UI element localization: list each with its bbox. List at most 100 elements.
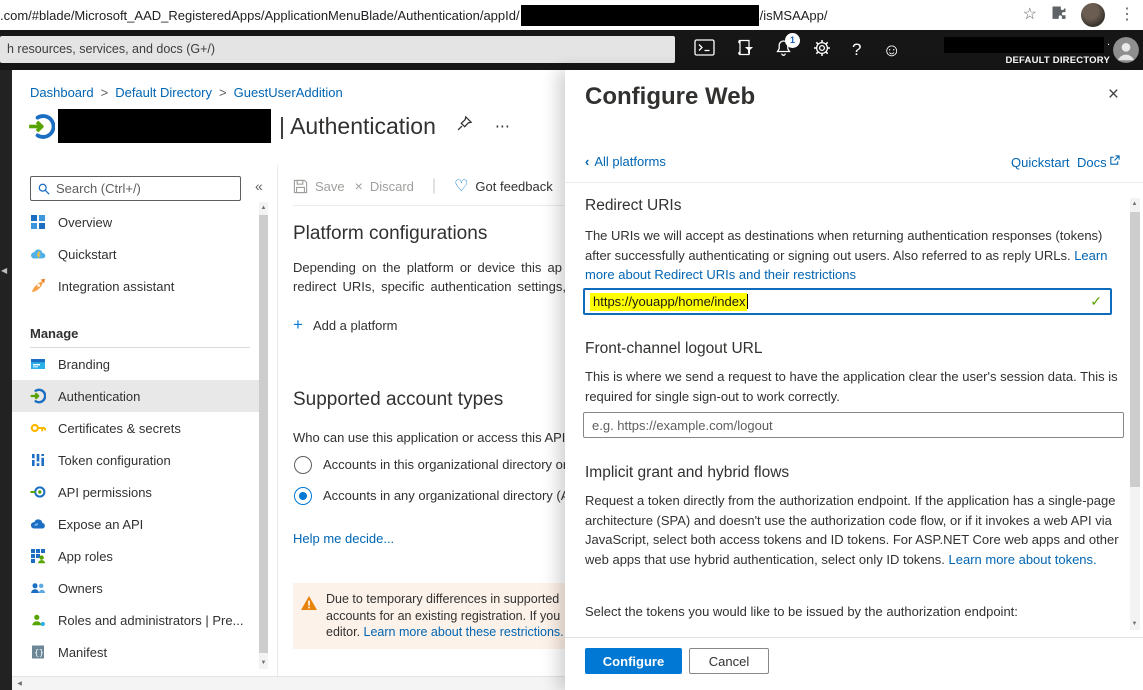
radio-selected-icon[interactable] [294, 487, 312, 505]
warning-text: Due to temporary differences in supporte… [326, 591, 564, 641]
svg-text:{}: {} [34, 648, 44, 657]
portal-left-strip: ◀ [0, 70, 12, 690]
sidebar-item-integration-assistant[interactable]: Integration assistant [12, 270, 260, 302]
panel-divider [565, 182, 1143, 183]
scroll-up-icon[interactable]: ▲ [1130, 201, 1139, 207]
manifest-icon: {} [30, 644, 46, 660]
app-roles-icon [30, 548, 46, 564]
sidebar-item-roles-administrators[interactable]: Roles and administrators | Pre... [12, 604, 260, 636]
implicit-grant-heading: Implicit grant and hybrid flows [585, 464, 789, 482]
panel-title: Configure Web [585, 83, 755, 111]
plus-icon: + [293, 315, 303, 335]
browser-profile-avatar[interactable] [1081, 3, 1105, 27]
search-icon [38, 183, 50, 195]
cloud-shell-icon[interactable] [694, 39, 715, 61]
help-me-decide-link[interactable]: Help me decide... [293, 531, 394, 546]
browser-bar: .com/#blade/Microsoft_AAD_RegisteredApps… [0, 0, 1143, 30]
scroll-left-icon[interactable]: ◀ [15, 680, 24, 687]
browser-menu-icon[interactable]: ⋮ [1119, 7, 1135, 23]
sidebar-item-overview[interactable]: Overview [12, 206, 260, 238]
docs-link[interactable]: Docs [1077, 155, 1120, 170]
scroll-up-icon[interactable]: ▲ [259, 205, 268, 211]
redirect-uri-value: https://youapp/home/index [590, 293, 747, 311]
scroll-down-icon[interactable]: ▼ [1130, 621, 1139, 627]
redacted-url-segment [521, 5, 759, 26]
feedback-smiley-icon[interactable]: ☺ [882, 40, 900, 61]
sidebar-item-manifest[interactable]: {} Manifest [12, 636, 260, 668]
breadcrumb-default-directory[interactable]: Default Directory [115, 85, 212, 100]
command-toolbar: Save × Discard | ♡ Got feedback [293, 173, 553, 199]
valid-check-icon: ✓ [1090, 293, 1102, 310]
settings-gear-icon[interactable] [813, 39, 831, 62]
restrictions-link[interactable]: Learn more about these restrictions. [364, 625, 564, 639]
horizontal-scrollbar[interactable]: ◀ [12, 676, 565, 690]
scrollbar-thumb[interactable] [259, 215, 268, 653]
panel-footer-divider [565, 637, 1143, 638]
platform-description: Depending on the platform or device this… [293, 258, 565, 296]
pin-icon[interactable] [456, 115, 473, 137]
radio-any-org-directory[interactable]: Accounts in any organizational directory… [294, 486, 565, 505]
address-bar[interactable]: .com/#blade/Microsoft_AAD_RegisteredApps… [0, 0, 828, 30]
logout-url-input[interactable] [583, 412, 1124, 438]
extensions-puzzle-icon[interactable] [1051, 5, 1067, 25]
breadcrumb-guestuseraddition[interactable]: GuestUserAddition [234, 85, 343, 100]
sidebar-scrollbar[interactable]: ▲ ▼ [259, 202, 268, 669]
certificates-key-icon [30, 420, 46, 436]
sidebar-collapse-button[interactable]: « [255, 178, 263, 194]
azure-top-bar: h resources, services, and docs (G+/) 1 … [0, 30, 1143, 70]
breadcrumb-dashboard[interactable]: Dashboard [30, 85, 94, 100]
scrollbar-thumb[interactable] [1130, 212, 1140, 487]
got-feedback-button[interactable]: ♡ Got feedback [454, 176, 553, 196]
all-platforms-back-link[interactable]: ‹ All platforms [585, 154, 666, 169]
panel-scrollbar[interactable]: ▲ ▼ [1130, 198, 1140, 630]
sidebar-item-api-permissions[interactable]: API permissions [12, 476, 260, 508]
help-icon[interactable]: ? [852, 40, 861, 60]
roles-administrators-icon [30, 612, 46, 628]
azure-profile-avatar[interactable] [1113, 37, 1139, 63]
directory-filter-icon[interactable] [736, 39, 754, 61]
breadcrumb: Dashboard > Default Directory > GuestUse… [30, 85, 343, 100]
text-cursor [747, 294, 748, 309]
sidebar-search-input[interactable]: Search (Ctrl+/) [30, 176, 241, 201]
sidebar-item-certificates-secrets[interactable]: Certificates & secrets [12, 412, 260, 444]
page-title-row: | Authentication ⋯ [28, 106, 512, 146]
sidebar-item-expose-an-api[interactable]: Expose an API [12, 508, 260, 540]
breadcrumb-separator: > [219, 85, 227, 100]
breadcrumb-separator: > [101, 85, 109, 100]
quickstart-link[interactable]: Quickstart [1011, 155, 1070, 170]
sidebar-item-quickstart[interactable]: Quickstart [12, 238, 260, 270]
overview-icon [30, 214, 46, 230]
scroll-down-icon[interactable]: ▼ [259, 660, 268, 666]
save-button[interactable]: Save [293, 179, 345, 194]
notifications-bell-icon[interactable]: 1 [775, 39, 792, 62]
radio-this-org-directory[interactable]: Accounts in this organizational director… [294, 455, 565, 474]
learn-more-tokens-link[interactable]: Learn more about tokens. [949, 552, 1097, 567]
branding-icon [30, 356, 46, 372]
sidebar-item-app-roles[interactable]: App roles [12, 540, 260, 572]
supported-account-types-heading: Supported account types [293, 389, 503, 411]
directory-label: DEFAULT DIRECTORY [930, 55, 1110, 66]
sidebar-item-owners[interactable]: Owners [12, 572, 260, 604]
close-icon[interactable]: × [1108, 84, 1119, 106]
sidebar-item-authentication[interactable]: Authentication [12, 380, 260, 412]
add-platform-button[interactable]: + Add a platform [293, 315, 397, 335]
url-text: .com/#blade/Microsoft_AAD_RegisteredApps… [0, 8, 520, 23]
discard-button[interactable]: × Discard [355, 178, 414, 194]
toolbar-divider: | [432, 177, 436, 195]
title-more-menu-icon[interactable]: ⋯ [495, 117, 512, 135]
bookmark-star-icon[interactable]: ☆ [1023, 7, 1037, 23]
sidebar-item-branding[interactable]: Branding [12, 348, 260, 380]
sidebar-item-token-configuration[interactable]: Token configuration [12, 444, 260, 476]
toolbar-divider-line [293, 205, 565, 206]
redirect-uri-input[interactable]: https://youapp/home/index ✓ [583, 288, 1112, 315]
notification-badge: 1 [785, 33, 800, 48]
cancel-button[interactable]: Cancel [689, 648, 769, 674]
global-search-input[interactable]: h resources, services, and docs (G+/) [0, 36, 675, 63]
app-authentication-icon [28, 113, 55, 140]
radio-unselected-icon[interactable] [294, 456, 312, 474]
implicit-grant-description: Request a token directly from the author… [585, 491, 1128, 569]
portal-collapse-arrow-icon[interactable]: ◀ [1, 266, 7, 275]
configure-button[interactable]: Configure [585, 648, 682, 674]
token-configuration-icon [30, 452, 46, 468]
quickstart-icon [30, 246, 46, 262]
